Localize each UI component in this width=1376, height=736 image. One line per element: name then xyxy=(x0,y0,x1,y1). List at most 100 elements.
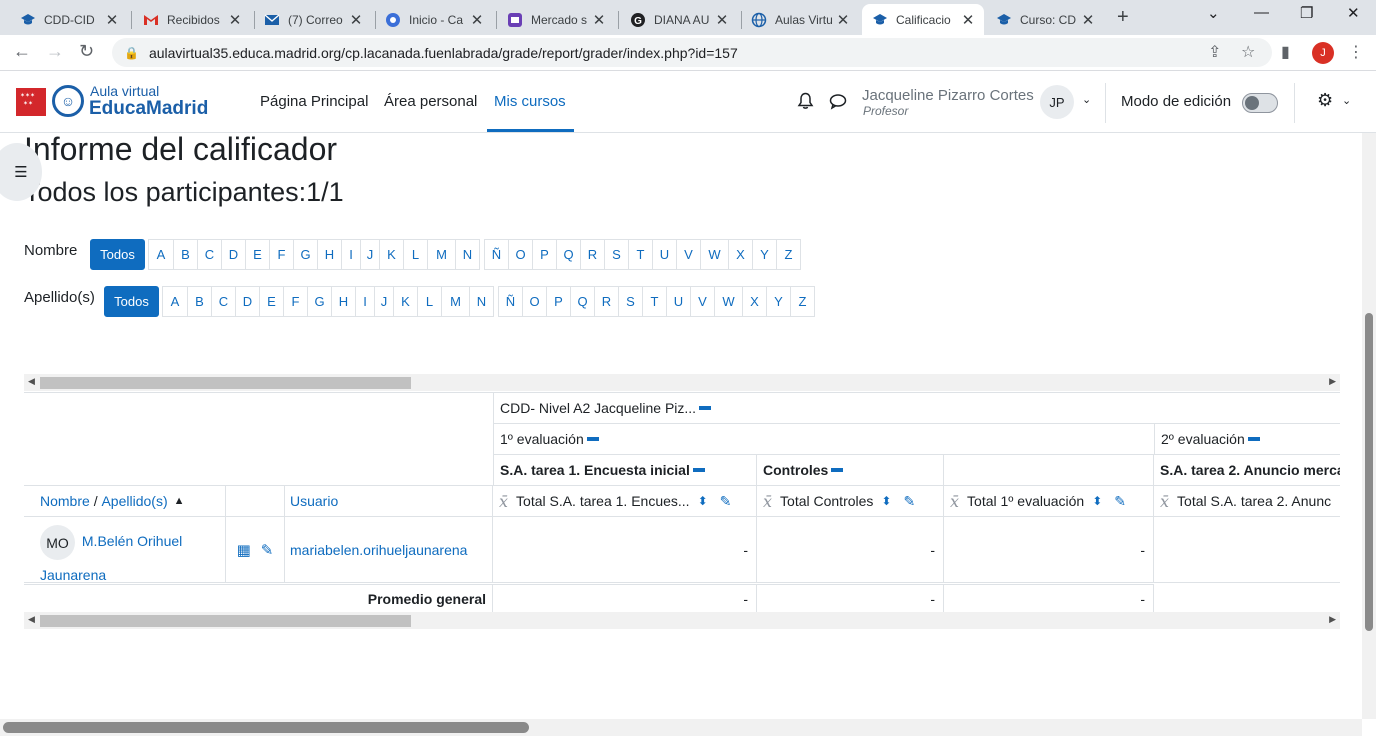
first-name-letter-P[interactable]: P xyxy=(532,239,557,270)
close-tab-icon[interactable]: ✕ xyxy=(960,11,976,29)
settings-chevron-icon[interactable]: ⌄ xyxy=(1342,94,1351,107)
last-name-letter-J[interactable]: J xyxy=(374,286,394,317)
first-name-letter-N[interactable]: N xyxy=(455,239,480,270)
student-username[interactable]: mariabelen.orihueljaunarena xyxy=(290,542,467,558)
url-field[interactable]: 🔒 aulavirtual35.educa.madrid.org/cp.laca… xyxy=(112,38,1272,67)
messages-chat-icon[interactable] xyxy=(829,93,847,115)
user-name[interactable]: Jacqueline Pizarro Cortes xyxy=(862,87,1034,104)
last-name-letter-G[interactable]: G xyxy=(307,286,332,317)
close-tab-icon[interactable]: ✕ xyxy=(348,11,364,29)
edit-pencil-icon[interactable]: ✎ xyxy=(261,541,274,559)
grade-cell[interactable]: - xyxy=(493,517,757,583)
new-tab-icon[interactable]: + xyxy=(1117,6,1129,29)
student-name-continued[interactable]: Jaunarena xyxy=(40,567,106,582)
scroll-left-arrow-icon[interactable]: ◀ xyxy=(28,376,35,387)
browser-tab[interactable]: Recibidos ✕ xyxy=(133,4,251,35)
last-name-letter-D[interactable]: D xyxy=(235,286,260,317)
first-name-letter-G[interactable]: G xyxy=(293,239,318,270)
last-name-letter-V[interactable]: V xyxy=(690,286,715,317)
first-name-letter-O[interactable]: O xyxy=(508,239,533,270)
nav-my-courses[interactable]: Mis cursos xyxy=(494,93,566,110)
close-tab-icon[interactable]: ✕ xyxy=(1080,11,1096,29)
first-name-letter-B[interactable]: B xyxy=(173,239,198,270)
browser-tab[interactable]: Aulas Virtu ✕ xyxy=(741,4,859,35)
first-name-letter-E[interactable]: E xyxy=(245,239,270,270)
last-name-letter-A[interactable]: A xyxy=(162,286,188,317)
student-name[interactable]: M.Belén Orihuel xyxy=(82,533,182,549)
educamadrid-logo-icon[interactable]: ☺ xyxy=(52,85,84,117)
restore-icon[interactable]: ❐ xyxy=(1300,4,1313,22)
last-name-letter-N[interactable]: N xyxy=(469,286,494,317)
grade-cell[interactable]: - xyxy=(757,517,944,583)
last-name-letter-S[interactable]: S xyxy=(618,286,643,317)
close-window-icon[interactable]: ✕ xyxy=(1347,4,1360,22)
side-panel-icon[interactable]: ▮ xyxy=(1281,42,1290,62)
sort-by-username[interactable]: Usuario xyxy=(290,493,338,509)
browser-tab-active[interactable]: Calificacio ✕ xyxy=(862,4,984,35)
last-name-letter-U[interactable]: U xyxy=(666,286,691,317)
logo-title[interactable]: EducaMadrid xyxy=(89,98,208,120)
first-name-letter-R[interactable]: R xyxy=(580,239,605,270)
last-name-letter-M[interactable]: M xyxy=(441,286,470,317)
notifications-bell-icon[interactable] xyxy=(797,92,814,115)
page-vertical-scrollbar[interactable] xyxy=(1362,133,1376,719)
forward-icon[interactable]: → xyxy=(46,41,64,62)
last-name-letter-E[interactable]: E xyxy=(259,286,284,317)
last-name-letter-C[interactable]: C xyxy=(211,286,236,317)
first-name-letter-J[interactable]: J xyxy=(360,239,380,270)
first-name-letter-H[interactable]: H xyxy=(317,239,342,270)
first-name-letter-F[interactable]: F xyxy=(269,239,294,270)
last-name-letter-Q[interactable]: Q xyxy=(570,286,595,317)
first-name-letter-S[interactable]: S xyxy=(604,239,629,270)
last-name-letter-P[interactable]: P xyxy=(546,286,571,317)
collapse-category-icon[interactable] xyxy=(699,406,712,410)
first-name-letter-M[interactable]: M xyxy=(427,239,456,270)
user-menu-chevron-icon[interactable]: ⌄ xyxy=(1082,93,1091,106)
page-horizontal-scrollbar[interactable] xyxy=(0,719,1362,736)
edit-pencil-icon[interactable]: ✎ xyxy=(1114,493,1126,510)
nav-home[interactable]: Página Principal xyxy=(260,93,368,110)
close-tab-icon[interactable]: ✕ xyxy=(227,11,243,29)
browser-menu-icon[interactable]: ⋮ xyxy=(1348,42,1364,62)
scroll-right-arrow-icon[interactable]: ▶ xyxy=(1329,376,1336,387)
first-name-letter-D[interactable]: D xyxy=(221,239,246,270)
reload-icon[interactable]: ↻ xyxy=(79,41,94,62)
grade-cell[interactable]: - xyxy=(944,517,1154,583)
nav-dashboard[interactable]: Área personal xyxy=(384,93,477,110)
last-name-letter-T[interactable]: T xyxy=(642,286,667,317)
sort-by-last-name[interactable]: Apellido(s) xyxy=(101,493,167,509)
last-name-letter-F[interactable]: F xyxy=(283,286,308,317)
first-name-letter-K[interactable]: K xyxy=(379,239,404,270)
first-name-letter-C[interactable]: C xyxy=(197,239,222,270)
table-bottom-scrollbar[interactable]: ◀ ▶ xyxy=(24,612,1340,629)
first-name-letter-V[interactable]: V xyxy=(676,239,701,270)
student-avatar[interactable]: MO xyxy=(40,525,75,560)
back-icon[interactable]: ← xyxy=(13,41,31,62)
browser-profile-avatar[interactable]: J xyxy=(1312,42,1334,64)
grades-table-icon[interactable]: ▦ xyxy=(237,541,251,559)
last-name-letter-Z[interactable]: Z xyxy=(790,286,815,317)
sort-by-first-name[interactable]: Nombre xyxy=(40,493,90,509)
first-name-letter-Q[interactable]: Q xyxy=(556,239,581,270)
first-name-letter-Z[interactable]: Z xyxy=(776,239,801,270)
first-name-letter-Ñ[interactable]: Ñ xyxy=(484,239,509,270)
filter-all-button[interactable]: Todos xyxy=(104,286,159,317)
tab-search-chevron-icon[interactable]: ⌄ xyxy=(1207,4,1220,22)
first-name-letter-L[interactable]: L xyxy=(403,239,428,270)
browser-tab[interactable]: G DIANA AU ✕ xyxy=(620,4,738,35)
scrollbar-thumb[interactable] xyxy=(3,722,529,733)
scrollbar-thumb[interactable] xyxy=(40,615,411,627)
last-name-letter-L[interactable]: L xyxy=(417,286,442,317)
edit-mode-toggle[interactable] xyxy=(1242,93,1278,113)
last-name-letter-Ñ[interactable]: Ñ xyxy=(498,286,523,317)
close-tab-icon[interactable]: ✕ xyxy=(835,11,851,29)
browser-tab[interactable]: Inicio - Ca ✕ xyxy=(375,4,493,35)
scroll-right-arrow-icon[interactable]: ▶ xyxy=(1329,614,1336,625)
sort-toggle-icon[interactable]: ⬍ xyxy=(1092,494,1102,508)
edit-pencil-icon[interactable]: ✎ xyxy=(903,493,915,510)
sort-toggle-icon[interactable]: ⬍ xyxy=(698,494,708,508)
close-tab-icon[interactable]: ✕ xyxy=(104,11,120,29)
collapse-category-icon[interactable] xyxy=(692,468,705,472)
last-name-letter-B[interactable]: B xyxy=(187,286,212,317)
share-icon[interactable]: ⇪ xyxy=(1208,42,1221,62)
